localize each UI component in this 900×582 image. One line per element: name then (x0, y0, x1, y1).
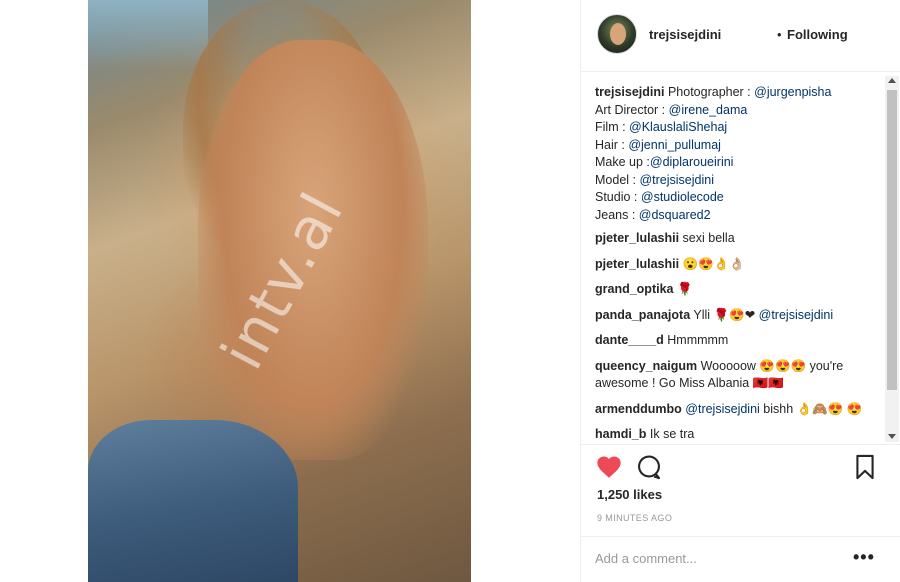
caption-text: Photographer : (664, 85, 755, 99)
comment-username[interactable]: hamdi_b (595, 427, 646, 440)
caption-line: Art Director : @irene_dama (595, 102, 879, 120)
add-comment-input[interactable] (595, 547, 835, 569)
mention-link[interactable]: @dsquared2 (639, 208, 711, 222)
mention-link[interactable]: @diplaroueirini (650, 155, 734, 169)
caption-text: Studio : (595, 190, 641, 204)
photo-sky (88, 0, 208, 70)
comment-text: Hmmmmm (663, 333, 729, 347)
heart-icon (597, 456, 621, 478)
caption-line: Model : @trejsisejdini (595, 172, 879, 190)
caption-text: Jeans : (595, 207, 639, 222)
caption-line: Hair : @jenni_pullumaj (595, 137, 879, 155)
mention-link[interactable]: @studiolecode (641, 190, 724, 204)
comment-item: armenddumbo @trejsisejdini bishh 👌🙈😍 😍 (595, 401, 879, 419)
comment-text: bishh 👌🙈😍 😍 (759, 401, 863, 416)
caption-author[interactable]: trejsisejdini (595, 85, 664, 99)
bookmark-icon (856, 454, 874, 480)
mention-link[interactable]: @trejsisejdini (759, 308, 834, 322)
comment-item: hamdi_b Ik se tra (595, 426, 879, 440)
caption-line: Film : @KlauslaliShehaj (595, 119, 879, 137)
comment-button[interactable] (635, 453, 663, 481)
photo-jeans (88, 420, 298, 582)
comment-username[interactable]: armenddumbo (595, 402, 682, 416)
mention-link[interactable]: @jurgenpisha (754, 85, 831, 99)
mention-link[interactable]: @KlauslaliShehaj (629, 120, 727, 134)
avatar[interactable] (597, 14, 637, 54)
comment-item: grand_optika 🌹 (595, 281, 879, 299)
post-timestamp: 9 MINUTES AGO (597, 513, 673, 523)
caption-line: Make up :@diplaroueirini (595, 154, 879, 172)
comment-item: pjeter_lulashii sexi bella (595, 230, 879, 248)
comment-item: panda_panajota Ylli 🌹😍❤ @trejsisejdini (595, 307, 879, 325)
caption-text: Hair : (595, 137, 629, 152)
post-side-panel: trejsisejdini • Following trejsisejdini … (580, 0, 900, 582)
mention-link[interactable]: @irene_dama (669, 103, 748, 117)
header-separator: • (777, 27, 782, 42)
scroll-up-arrow-icon[interactable] (888, 78, 896, 83)
add-comment-bar: ••• (581, 536, 900, 582)
caption-text: Film : (595, 120, 630, 134)
like-button[interactable] (595, 453, 623, 481)
mention-link[interactable]: @jenni_pullumaj (628, 138, 721, 152)
comment-username[interactable]: grand_optika (595, 282, 674, 296)
post-photo[interactable]: intv.al (88, 0, 471, 582)
caption-text: Make up : (595, 155, 650, 169)
comments-scrollbar[interactable] (885, 76, 899, 442)
comment-text: 😮😍👌👌🏼 (679, 256, 745, 271)
comment-username[interactable]: panda_panajota (595, 308, 690, 322)
comment-item: pjeter_lulashii 😮😍👌👌🏼 (595, 256, 879, 274)
header-username[interactable]: trejsisejdini (649, 27, 721, 42)
caption-text: Art Director : (595, 102, 669, 117)
comment-text: sexi bella (679, 231, 735, 245)
follow-status-button[interactable]: Following (787, 27, 848, 42)
caption-text: Model : (595, 172, 640, 187)
comment-text: Ik se tra (646, 427, 695, 440)
speech-bubble-icon (638, 455, 661, 480)
comment-item: queency_naigum Wooooow 😍😍😍 you're awesom… (595, 358, 879, 393)
more-options-button[interactable]: ••• (853, 547, 875, 568)
caption-line: Jeans : @dsquared2 (595, 207, 879, 225)
mention-link[interactable]: @trejsisejdini (639, 173, 714, 187)
comment-username[interactable]: pjeter_lulashii (595, 257, 679, 271)
scroll-down-arrow-icon[interactable] (888, 434, 896, 439)
post-header: trejsisejdini • Following (581, 0, 900, 72)
comment-text: Ylli 🌹😍❤ (690, 307, 759, 322)
comments-list[interactable]: trejsisejdini Photographer : @jurgenpish… (595, 84, 879, 440)
scrollbar-thumb[interactable] (887, 90, 897, 390)
post-actions: 1,250 likes 9 MINUTES AGO (581, 444, 900, 542)
comment-text: 🌹 (673, 282, 693, 296)
comment-username[interactable]: pjeter_lulashii (595, 231, 679, 245)
post-photo-area: intv.al (0, 0, 580, 582)
caption: trejsisejdini Photographer : @jurgenpish… (595, 84, 879, 224)
save-button[interactable] (851, 453, 879, 481)
caption-line: Studio : @studiolecode (595, 189, 879, 207)
comment-item: dante____d Hmmmmm (595, 332, 879, 350)
likes-count[interactable]: 1,250 likes (597, 487, 662, 502)
caption-line: trejsisejdini Photographer : @jurgenpish… (595, 84, 879, 102)
comment-username[interactable]: dante____d (595, 333, 664, 347)
mention-link[interactable]: @trejsisejdini (682, 402, 760, 416)
comment-username[interactable]: queency_naigum (595, 359, 697, 373)
